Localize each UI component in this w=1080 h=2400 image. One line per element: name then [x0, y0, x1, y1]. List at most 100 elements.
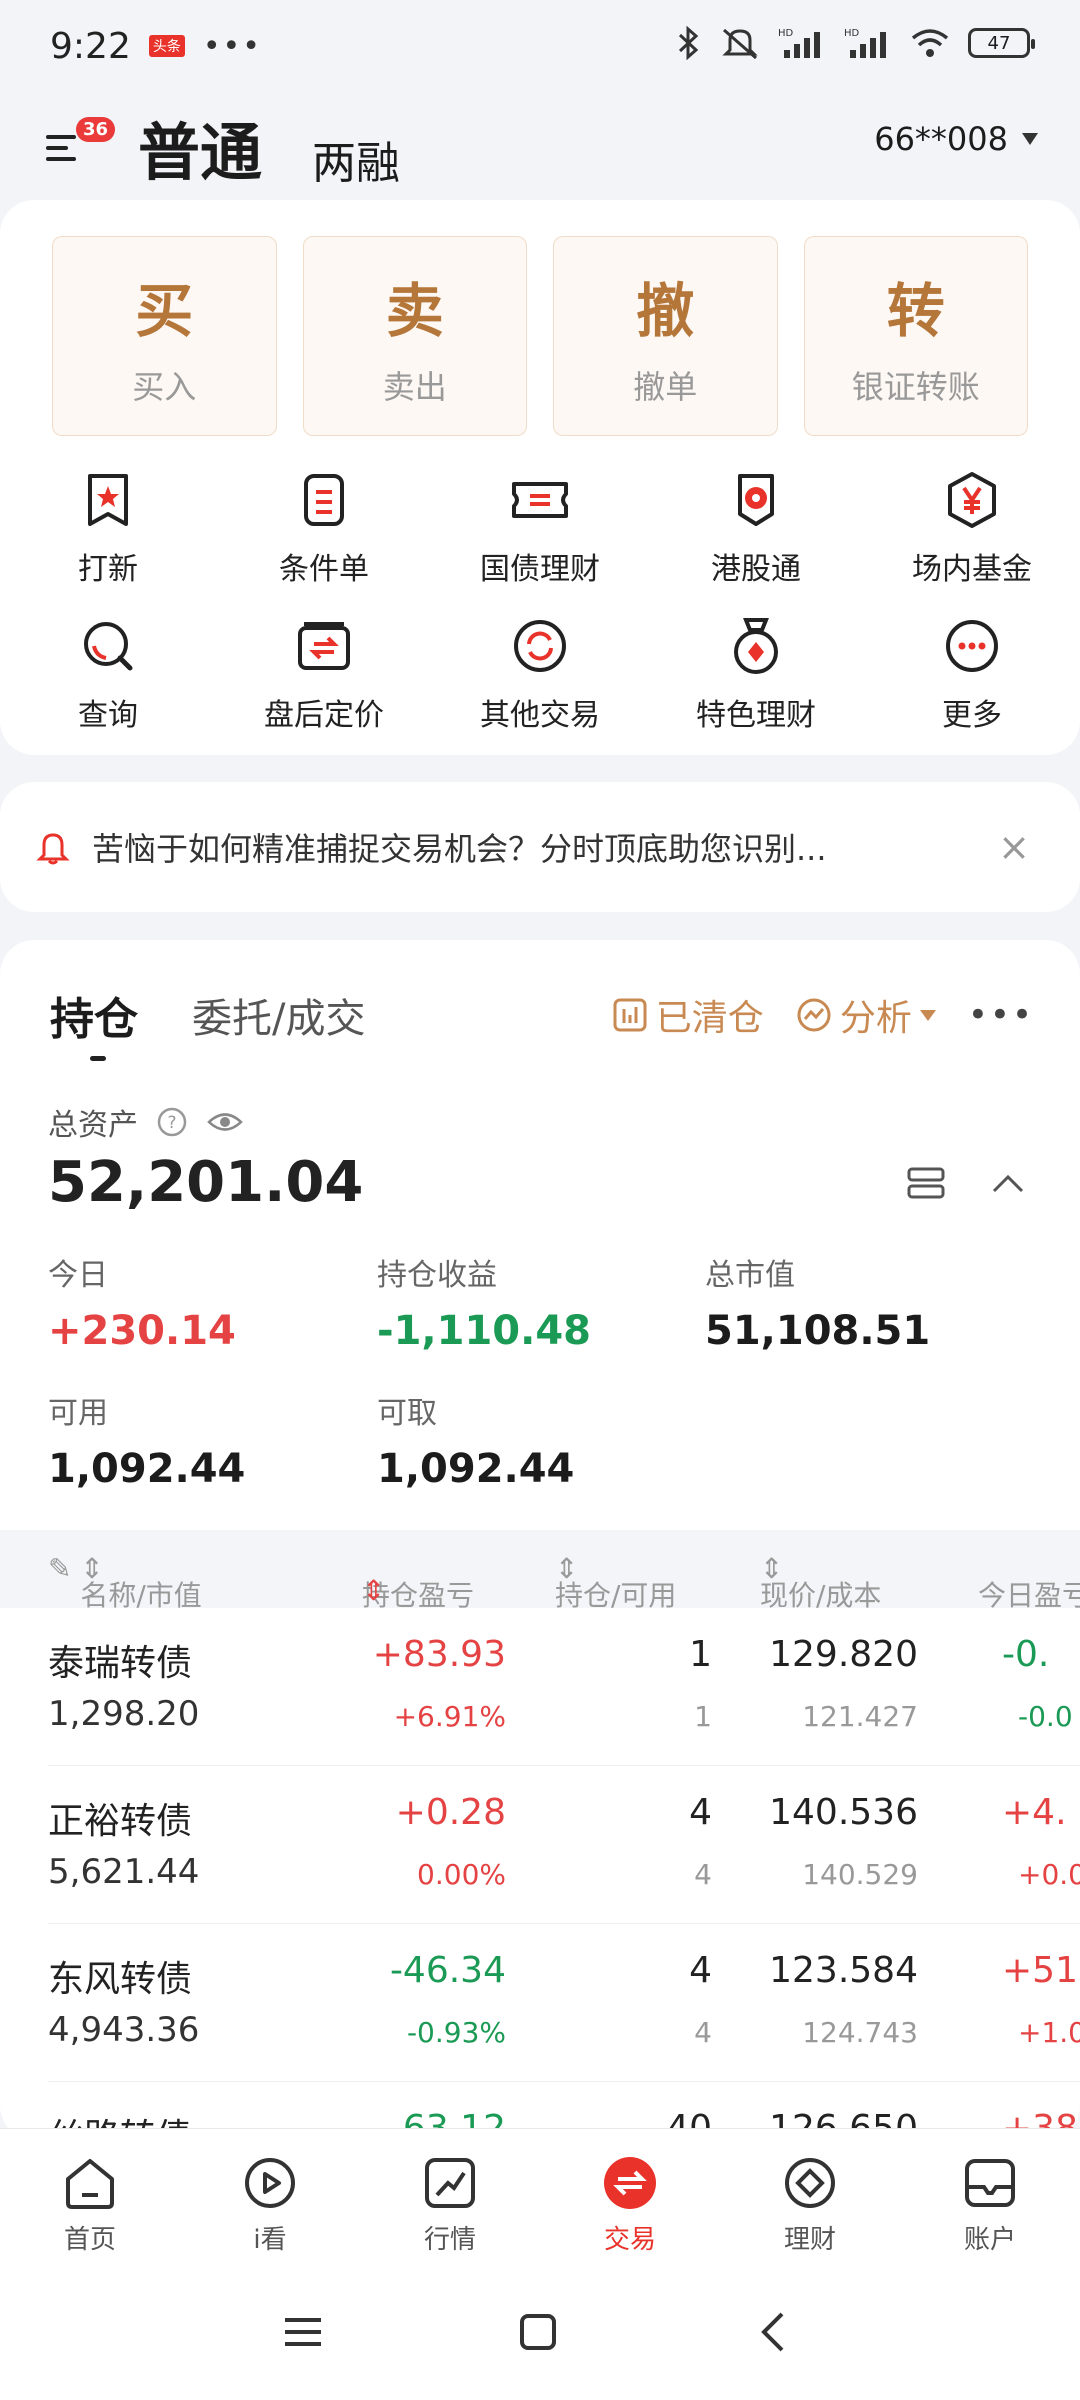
stat-withdraw-label: 可取 [377, 1396, 437, 1431]
svg-text:HD: HD [778, 28, 794, 39]
holding-pnl: +0.28 [395, 1792, 506, 1833]
holding-pnl-percent: -0.93% [406, 2016, 506, 2049]
mute-icon [722, 28, 758, 60]
total-assets-label: 总资产 [48, 1108, 138, 1143]
nav-trade[interactable]: 交易 [540, 2129, 720, 2270]
layout-toggle-icon[interactable] [906, 1165, 946, 1201]
search-icon [84, 622, 133, 671]
nav-i-watch[interactable]: i看 [180, 2129, 360, 2270]
nav-label: 账户 [963, 2225, 1016, 2255]
total-assets-label-row: 总资产 ? [48, 1100, 244, 1144]
asset-tools [906, 1165, 1026, 1201]
menu-badge: 36 [76, 117, 116, 142]
grid-item-query[interactable]: 查询 [0, 602, 216, 748]
cleared-positions-button[interactable]: 已清仓 [612, 989, 764, 1041]
grid-item-conditional-order[interactable]: 条件单 [216, 456, 432, 602]
cancel-order-button[interactable]: 撤撤单 [553, 236, 778, 436]
grid-item-featured-wealth[interactable]: 特色理财 [648, 602, 864, 748]
grid-item-ipo[interactable]: 打新 [0, 456, 216, 602]
sell-button[interactable]: 卖卖出 [302, 236, 527, 436]
cleared-label: 已清仓 [655, 998, 764, 1039]
nav-account[interactable]: 账户 [900, 2129, 1080, 2270]
buy-button[interactable]: 买买入 [52, 236, 277, 436]
yen-hexagon-icon [948, 472, 996, 528]
stat-market-value: 总市值 51,108.51 [705, 1250, 930, 1354]
bond-ticket-icon [512, 482, 568, 518]
bar-chart-icon [613, 998, 647, 1032]
recent-apps-icon[interactable] [283, 2312, 323, 2352]
stat-available-label: 可用 [48, 1396, 108, 1431]
holding-position: 4 [689, 1792, 712, 1833]
holding-today-percent: +0.0 [1018, 1858, 1080, 1891]
wealth-diamond-icon [785, 2158, 835, 2208]
stat-withdrawable: 可取 1,092.44 [377, 1388, 574, 1492]
nav-market[interactable]: 行情 [360, 2129, 540, 2270]
col-name[interactable]: ✎ 名称/市值 ⇕ [48, 1552, 202, 1612]
eye-icon[interactable] [206, 1107, 244, 1137]
holding-pnl-percent: +6.91% [393, 1700, 506, 1733]
grid-label: 场内基金 [912, 552, 1032, 587]
account-card-icon [965, 2159, 1015, 2207]
holdings-table-header: ✎ 名称/市值 ⇕ 持仓盈亏 ⇕ 持仓/可用 ⇕ 现价/成本 ⇕ 今日盈亏 [0, 1530, 1080, 1612]
tab-normal-account[interactable]: 普通 [138, 102, 262, 192]
holding-market-value: 5,621.44 [48, 1852, 200, 1892]
status-time: 9:22 [50, 25, 131, 67]
grid-item-treasury[interactable]: 国债理财 [432, 456, 648, 602]
tab-margin-account[interactable]: 两融 [312, 127, 400, 191]
account-number: 66**008 [874, 120, 1008, 158]
table-row[interactable]: 泰瑞转债 1,298.20 +83.93 +6.91% 1 1 129.820 121.427… [0, 1608, 1080, 1766]
collapse-chevron-icon[interactable] [990, 1171, 1026, 1195]
grid-item-etf[interactable]: 场内基金 [864, 456, 1080, 602]
col-position[interactable]: 持仓/可用 ⇕ [555, 1552, 676, 1612]
table-row[interactable]: 正裕转债 5,621.44 +0.28 0.00% 4 4 140.536 140.529 +4… [0, 1766, 1080, 1924]
nav-label: 交易 [603, 2225, 656, 2255]
close-icon[interactable]: × [998, 825, 1030, 869]
play-circle-icon [245, 2158, 295, 2208]
analysis-button[interactable]: 分析 [796, 989, 936, 1041]
condition-list-icon [304, 474, 344, 526]
notice-banner[interactable]: 苦恼于如何精准捕捉交易机会？分时顶底助您识别... × [0, 782, 1080, 912]
cancel-label: 撤单 [633, 368, 698, 406]
bank-transfer-button[interactable]: 转银证转账 [803, 236, 1028, 436]
bell-icon [36, 833, 70, 865]
grid-label: 打新 [78, 552, 138, 587]
tab-orders[interactable]: 委托/成交 [192, 986, 365, 1044]
holding-market-value: 1,298.20 [48, 1694, 200, 1734]
account-selector[interactable]: 66**008 [874, 120, 1038, 158]
sell-label: 卖出 [382, 368, 447, 406]
chart-trend-icon [425, 2158, 475, 2208]
holding-cost: 121.427 [802, 1700, 918, 1733]
cancel-glyph: 撤 [636, 277, 695, 345]
table-row[interactable]: 东风转债 4,943.36 -46.34 -0.93% 4 4 123.584 124.743… [0, 1924, 1080, 2082]
trade-exchange-icon [604, 2157, 656, 2209]
grid-item-hk-connect[interactable]: 港股通 [648, 456, 864, 602]
holding-position: 1 [689, 1634, 712, 1675]
grid-item-more[interactable]: 更多 [864, 602, 1080, 748]
stat-holding-pnl: 持仓收益 -1,110.48 [377, 1250, 591, 1354]
more-options-icon[interactable]: ••• [968, 995, 1034, 1035]
holding-today-percent: +1.0 [1018, 2016, 1080, 2049]
signal-hd-2-icon: HD [844, 28, 886, 58]
help-icon[interactable]: ? [156, 1106, 188, 1138]
more-notifications-icon: ••• [202, 28, 262, 64]
menu-icon[interactable]: 36 [46, 117, 116, 167]
nav-home[interactable]: 首页 [0, 2129, 180, 2270]
col-price[interactable]: 现价/成本 ⇕ [760, 1552, 881, 1612]
holding-today-pnl: +4. [1002, 1792, 1067, 1833]
system-nav-bar [0, 2270, 1080, 2400]
total-assets-value: 52,201.04 [48, 1150, 364, 1215]
nav-wealth[interactable]: 理财 [720, 2129, 900, 2270]
home-button-icon[interactable] [518, 2312, 558, 2352]
tab-holdings[interactable]: 持仓 [50, 983, 138, 1061]
holding-price: 140.536 [769, 1792, 918, 1833]
back-icon[interactable] [754, 2312, 794, 2352]
stat-today-value: +230.14 [48, 1308, 236, 1354]
grid-item-other-trades[interactable]: 其他交易 [432, 602, 648, 748]
grid-label: 更多 [942, 698, 1002, 733]
grid-item-after-hours[interactable]: 盘后定价 [216, 602, 432, 748]
grid-label: 港股通 [711, 552, 801, 587]
hk-flower-icon [738, 474, 774, 526]
holding-cost: 124.743 [802, 2016, 918, 2049]
refresh-circle-icon [514, 620, 566, 672]
holding-available: 1 [694, 1700, 712, 1733]
